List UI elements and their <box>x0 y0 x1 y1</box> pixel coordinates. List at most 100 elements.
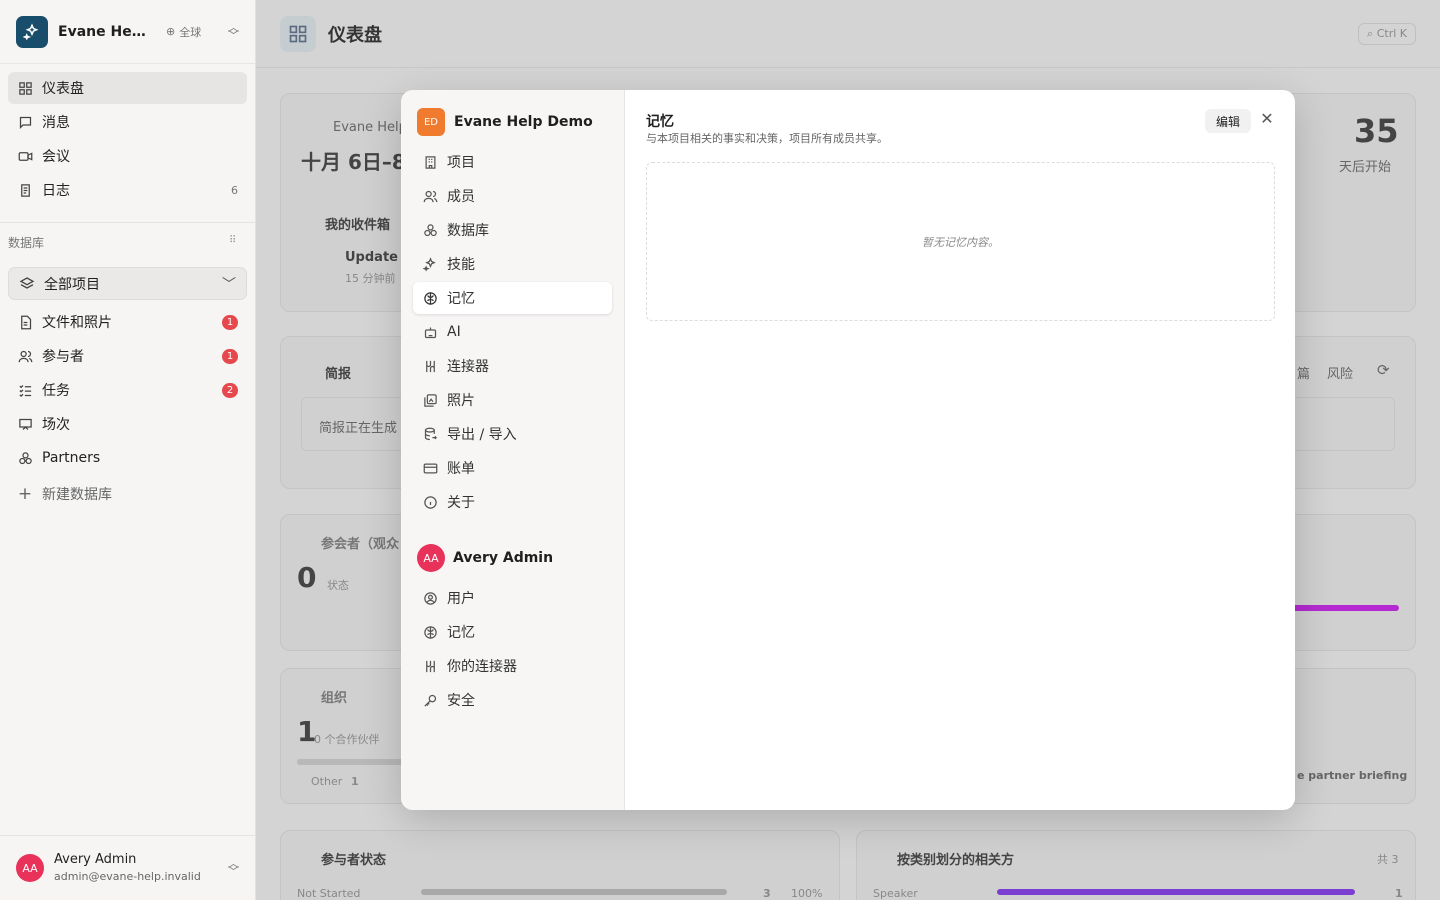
org-other: Other <box>311 775 343 788</box>
settings-item-photos[interactable]: 照片 <box>413 384 612 416</box>
db-item-label: 任务 <box>42 383 70 399</box>
avatar: AA <box>417 544 445 572</box>
attendees-title: 参会者（观众 <box>321 537 400 552</box>
db-item-files[interactable]: 文件和照片 1 <box>8 306 247 338</box>
db-item-participants[interactable]: 参与者 1 <box>8 340 247 372</box>
settings-item-about[interactable]: 关于 <box>413 486 612 518</box>
settings-item-label: 账单 <box>447 461 475 477</box>
dashboard-icon <box>17 80 33 96</box>
user-circle-icon <box>422 590 438 606</box>
connector-icon <box>422 658 438 674</box>
db-item-sessions[interactable]: 场次 <box>8 408 247 440</box>
settings-item-user-memory[interactable]: 记忆 <box>413 616 612 648</box>
task-icon <box>17 382 33 398</box>
nav-item-label: 消息 <box>42 115 70 131</box>
attendees-sub: 状态 <box>327 579 349 592</box>
message-icon <box>17 114 33 130</box>
section-label: 数据库 <box>8 236 45 250</box>
nav-item-label: 会议 <box>42 149 70 165</box>
nav-item-label: 日志 <box>42 183 70 199</box>
layers-icon <box>19 276 35 292</box>
settings-item-label: AI <box>447 324 461 340</box>
settings-item-label: 连接器 <box>447 359 489 375</box>
chevron-updown-icon: ︿ ﹀ <box>228 857 239 878</box>
days-caption: 天后开始 <box>1339 160 1392 175</box>
category-title: 按类别划分的相关方 <box>897 853 1015 868</box>
dashboard-icon <box>280 15 316 52</box>
settings-item-label: 照片 <box>447 393 475 409</box>
partners-icon <box>17 450 33 466</box>
inbox-item: Update <box>345 250 398 265</box>
settings-user-name: Avery Admin <box>453 550 554 566</box>
search-button[interactable]: ⌕ Ctrl K <box>1358 22 1416 45</box>
db-item-label: 参与者 <box>42 349 84 365</box>
event-date: 十月 6日–8 <box>301 150 406 174</box>
inbox-title: 我的收件箱 <box>325 218 391 233</box>
nav-item-dashboard[interactable]: 仪表盘 <box>8 72 247 104</box>
grip-icon[interactable]: ⠿ <box>229 235 236 246</box>
db-item-tasks[interactable]: 任务 2 <box>8 374 247 406</box>
brief-status: 简报正在生成 <box>319 421 398 436</box>
nav-item-messages[interactable]: 消息 <box>8 106 247 138</box>
user-name: Avery Admin <box>54 852 137 867</box>
settings-item-security[interactable]: 安全 <box>413 684 612 716</box>
settings-item-database[interactable]: 数据库 <box>413 214 612 246</box>
nav-item-meetings[interactable]: 会议 <box>8 140 247 172</box>
participant-status-card: 参与者状态 Not Started 3 100% <box>280 830 840 900</box>
sparkle-logo-icon <box>16 15 48 48</box>
plus-icon: + <box>17 484 33 504</box>
settings-item-label: 成员 <box>447 189 475 205</box>
db-item-label: Partners <box>42 450 101 466</box>
settings-item-billing[interactable]: 账单 <box>413 452 612 484</box>
count-badge: 1 <box>222 314 238 330</box>
file-icon <box>17 314 33 330</box>
category-total: 共 3 <box>1377 853 1399 866</box>
status-row-label: Not Started <box>297 887 361 900</box>
category-row-label: Speaker <box>873 887 918 900</box>
settings-item-memory[interactable]: 记忆 <box>413 282 612 314</box>
refresh-icon[interactable]: ⟳ <box>1377 361 1390 379</box>
status-bar <box>421 889 727 895</box>
project-select[interactable]: 全部项目 ﹀ <box>8 267 247 300</box>
brain-icon <box>422 290 438 306</box>
settings-item-ai[interactable]: AI <box>413 316 612 348</box>
memory-panel: 记忆 与本项目相关的事实和决策，项目所有成员共享。 编辑 ✕ 暂无记忆内容。 <box>625 90 1295 810</box>
info-icon <box>422 494 438 510</box>
scope-indicator: ⊕ 全球 <box>166 24 201 40</box>
settings-item-label: 项目 <box>447 155 475 171</box>
settings-item-your-connectors[interactable]: 你的连接器 <box>413 650 612 682</box>
settings-item-label: 数据库 <box>447 223 489 239</box>
settings-item-export-import[interactable]: 导出 / 导入 <box>413 418 612 450</box>
settings-item-members[interactable]: 成员 <box>413 180 612 212</box>
settings-user: AA Avery Admin <box>417 544 553 572</box>
settings-item-label: 技能 <box>447 257 475 273</box>
user-menu[interactable]: AA Avery Admin admin@evane-help.invalid … <box>0 835 255 900</box>
export-icon <box>422 426 438 442</box>
settings-item-project[interactable]: 项目 <box>413 146 612 178</box>
close-icon[interactable]: ✕ <box>1259 108 1275 128</box>
workspace-name: Evane Help Demo <box>58 23 150 40</box>
log-count: 6 <box>231 183 238 197</box>
edit-button[interactable]: 编辑 <box>1205 109 1252 133</box>
db-item-label: 场次 <box>42 417 70 433</box>
count-badge: 1 <box>222 348 238 364</box>
status-row-count: 3 <box>763 887 771 900</box>
log-icon <box>17 182 33 198</box>
settings-item-user[interactable]: 用户 <box>413 582 612 614</box>
brief-tab-risk[interactable]: 风险 <box>1327 363 1353 382</box>
settings-item-label: 记忆 <box>447 291 475 307</box>
workspace-switcher[interactable]: Evane Help Demo ⊕ 全球 ︿﹀ <box>0 0 255 64</box>
settings-workspace-name: Evane Help Demo <box>454 114 593 130</box>
settings-item-label: 关于 <box>447 495 475 511</box>
settings-item-connectors[interactable]: 连接器 <box>413 350 612 382</box>
nav-item-log[interactable]: 日志 6 <box>8 174 247 206</box>
new-database-button[interactable]: + 新建数据库 <box>8 478 247 510</box>
partner-briefing-button[interactable]: e partner briefing <box>1297 769 1407 782</box>
org-other-count: 1 <box>351 775 359 788</box>
settings-item-skills[interactable]: 技能 <box>413 248 612 280</box>
org-sub: 0 个合作伙伴 <box>314 733 380 746</box>
brief-tab[interactable]: 篇 <box>1297 363 1310 382</box>
db-item-partners[interactable]: Partners <box>8 442 247 474</box>
divider <box>0 222 255 223</box>
event-caption: Evane Help <box>333 120 407 135</box>
